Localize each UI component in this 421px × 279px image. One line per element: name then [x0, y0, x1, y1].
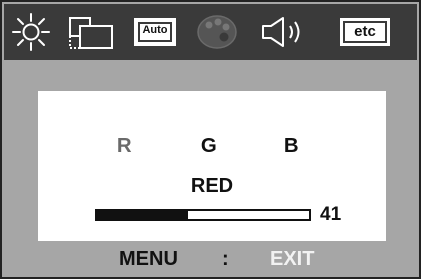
- etc-label: etc: [354, 23, 376, 40]
- position-icon[interactable]: [66, 12, 116, 52]
- channel-g[interactable]: G: [201, 135, 217, 158]
- level-value: 41: [320, 204, 342, 225]
- color-adjust-panel: R G B RED 41: [38, 91, 386, 241]
- channel-r[interactable]: R: [117, 135, 132, 158]
- selected-channel-title: RED: [190, 175, 234, 197]
- brightness-icon[interactable]: [6, 12, 56, 52]
- channel-b[interactable]: B: [284, 135, 299, 158]
- auto-adjust-label: Auto: [142, 24, 168, 36]
- separator: :: [222, 248, 229, 270]
- menu-label: MENU: [119, 248, 178, 270]
- level-slider-fill: [97, 211, 189, 219]
- exit-label[interactable]: EXIT: [270, 248, 314, 271]
- etc-icon[interactable]: etc: [334, 12, 396, 52]
- color-icon[interactable]: [192, 12, 242, 52]
- osd-window: Auto etc R G B RED 41 MENU: EXIT: [0, 0, 421, 279]
- volume-icon[interactable]: [258, 12, 308, 52]
- level-slider[interactable]: [95, 209, 311, 221]
- auto-adjust-icon[interactable]: Auto: [130, 12, 180, 52]
- osd-toolbar: Auto etc: [4, 4, 417, 60]
